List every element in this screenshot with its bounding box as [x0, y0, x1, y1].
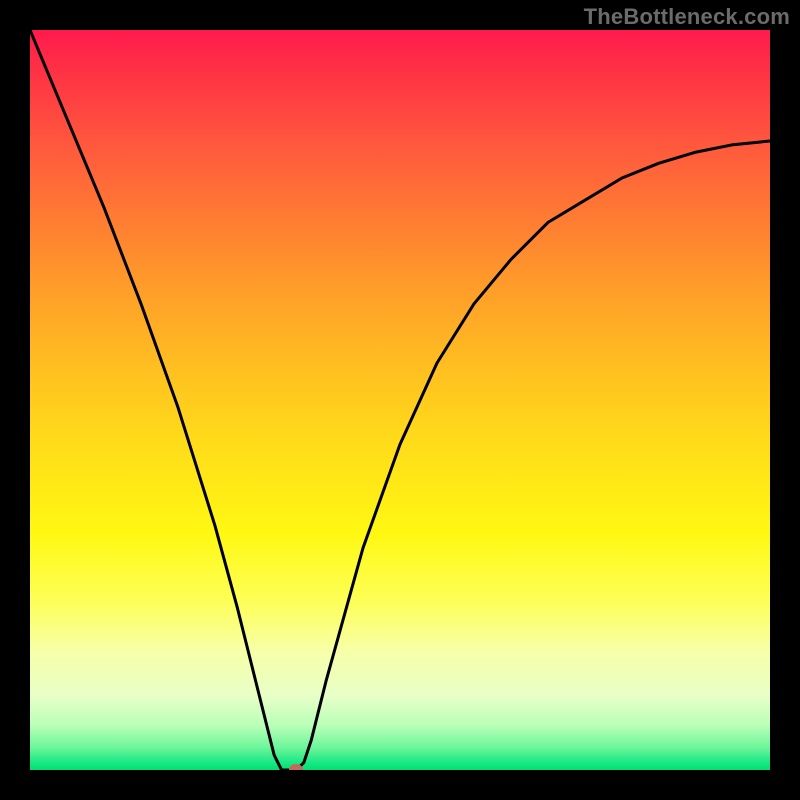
optimum-marker [289, 764, 303, 770]
watermark-text: TheBottleneck.com [584, 4, 790, 30]
plot-area [30, 30, 770, 770]
curve-path [30, 30, 770, 770]
bottleneck-curve [30, 30, 770, 770]
chart-frame: TheBottleneck.com [0, 0, 800, 800]
